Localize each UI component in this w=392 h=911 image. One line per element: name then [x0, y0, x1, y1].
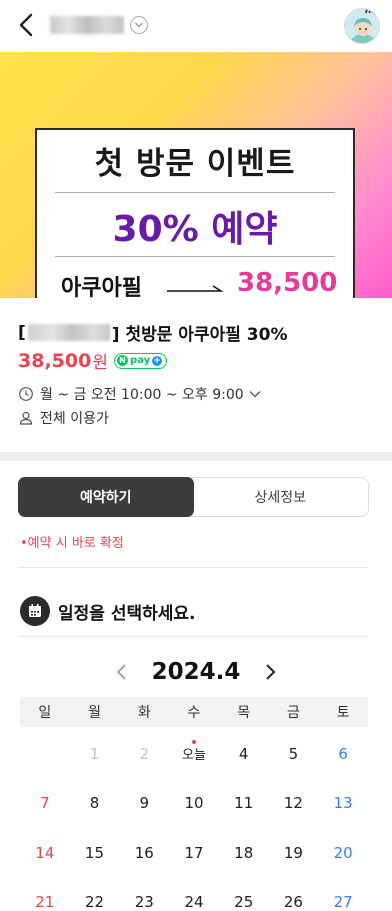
banner-card: 첫 방문 이벤트 30% 예약 아쿠아필 38,500원	[35, 128, 355, 298]
calendar-day[interactable]: 19	[269, 828, 319, 878]
person-icon	[19, 411, 33, 425]
calendar-day[interactable]: 5	[269, 729, 319, 779]
product-price: 38,500 원 N pay +	[18, 348, 168, 373]
npay-plus-badge: N pay +	[113, 352, 168, 369]
naver-n-icon: N	[116, 355, 128, 366]
store-name-blurred	[50, 16, 124, 34]
calendar-day-today[interactable]: 오늘	[169, 729, 219, 779]
store-name-blurred	[27, 324, 110, 341]
divider	[18, 636, 367, 637]
weekday-header: 일 월 화 수 목 금 토	[20, 697, 368, 727]
tab-details[interactable]: 상세정보	[193, 478, 369, 516]
calendar-day[interactable]: 15	[70, 828, 120, 878]
banner-item: 아쿠아필	[61, 276, 142, 298]
calendar-day[interactable]: 9	[119, 779, 169, 829]
avatar[interactable]: my	[344, 8, 380, 44]
calendar-heading: 일정을 선택하세요.	[20, 596, 196, 626]
calendar-day[interactable]: 25	[219, 878, 269, 911]
calendar-day[interactable]: 21	[20, 878, 70, 911]
calendar-day-empty	[20, 729, 70, 779]
chevron-down-icon	[130, 16, 148, 34]
price-unit: 원	[92, 353, 108, 373]
chevron-left-icon	[19, 13, 33, 37]
calendar-day: 1	[89, 744, 100, 763]
weekday-label: 목	[237, 705, 251, 721]
prev-month-button[interactable]	[110, 660, 134, 684]
chevron-down-icon	[249, 391, 261, 398]
calendar-day[interactable]: 26	[269, 878, 319, 911]
calendar-day[interactable]: 22	[70, 878, 120, 911]
product-info: [ ] 첫방문 아쿠아필 30% 38,500 원 N pay + 월 ~ 금 …	[0, 298, 392, 452]
weekday-label: 수	[187, 705, 201, 721]
calendar-heading-text: 일정을 선택하세요.	[58, 603, 196, 624]
calendar-day[interactable]: 6	[318, 729, 368, 779]
weekday-label: 월	[88, 705, 101, 721]
chevron-left-icon	[116, 664, 126, 680]
booking-section: 예약하기 상세정보 •예약 시 바로 확정 일정을 선택하세요. 2024.4 …	[0, 461, 392, 911]
banner-title: 첫 방문 이벤트	[94, 146, 296, 182]
tab-reserve[interactable]: 예약하기	[18, 477, 194, 517]
calendar-day: 2	[139, 744, 150, 763]
calendar-day[interactable]: 11	[219, 779, 269, 829]
today-label: 오늘	[182, 748, 206, 764]
store-selector[interactable]	[50, 12, 148, 38]
banner-divider	[55, 256, 335, 257]
hours-text: 월 ~ 금 오전 10:00 ~ 오후 9:00	[40, 387, 244, 403]
npay-label: pay	[129, 355, 151, 366]
banner-price: 38,500원	[237, 268, 353, 298]
month-label: 2024.4	[151, 659, 241, 685]
product-title-text: ] 첫방문 아쿠아필 30%	[111, 325, 288, 345]
instant-confirm-notice: •예약 시 바로 확정	[20, 536, 124, 551]
calendar-day[interactable]: 27	[318, 878, 368, 911]
audience-text: 전체 이용가	[40, 411, 109, 427]
calendar-day[interactable]: 16	[119, 828, 169, 878]
product-title-prefix: [	[18, 322, 26, 343]
weekday-label: 금	[286, 705, 300, 721]
month-navigator: 2024.4	[0, 657, 392, 687]
banner-discount: 30% 예약	[112, 209, 278, 250]
clock-icon	[19, 387, 33, 401]
calendar-day[interactable]: 10	[169, 779, 219, 829]
audience-info: 전체 이용가	[18, 408, 109, 428]
business-hours[interactable]: 월 ~ 금 오전 10:00 ~ 오후 9:00	[18, 384, 262, 404]
next-month-button[interactable]	[258, 660, 282, 684]
calendar-day[interactable]: 23	[119, 878, 169, 911]
tab-bar: 예약하기 상세정보	[18, 477, 369, 517]
calendar-day[interactable]: 17	[169, 828, 219, 878]
calendar-day[interactable]: 20	[318, 828, 368, 878]
page: my 첫 방문 이벤트 30% 예약 아쿠아필 38,500원 [ ] 첫방문 …	[0, 0, 392, 911]
today-dot	[191, 740, 196, 744]
calendar-day[interactable]: 24	[169, 878, 219, 911]
divider	[18, 567, 367, 568]
calendar-icon	[20, 596, 50, 626]
weekday-label: 일	[38, 705, 52, 721]
calendar-day[interactable]: 4	[219, 729, 269, 779]
avatar-my-label: my	[364, 8, 380, 16]
calendar-day[interactable]: 18	[219, 828, 269, 878]
calendar-grid: 1 2 오늘 4 5 6 7 8 9 10 11 12 13 14 15 16 …	[20, 729, 368, 911]
chevron-right-icon	[266, 664, 276, 680]
event-banner-image: 첫 방문 이벤트 30% 예약 아쿠아필 38,500원	[0, 52, 392, 298]
banner-price-value: 38,500	[237, 268, 338, 298]
calendar-day[interactable]: 7	[20, 779, 70, 829]
plus-icon: +	[152, 355, 163, 366]
calendar-day[interactable]: 8	[70, 779, 120, 829]
product-title: [ ] 첫방문 아쿠아필 30%	[18, 320, 288, 346]
top-header: my	[0, 0, 392, 52]
back-button[interactable]	[14, 11, 40, 39]
banner-divider	[55, 192, 335, 193]
weekday-label: 화	[137, 705, 151, 721]
arrow-right-icon	[167, 285, 224, 292]
calendar-day[interactable]: 14	[20, 828, 70, 878]
weekday-label: 토	[336, 705, 350, 721]
calendar-day[interactable]: 13	[318, 779, 368, 829]
price-value: 38,500	[18, 349, 92, 372]
calendar-day[interactable]: 12	[269, 779, 319, 829]
